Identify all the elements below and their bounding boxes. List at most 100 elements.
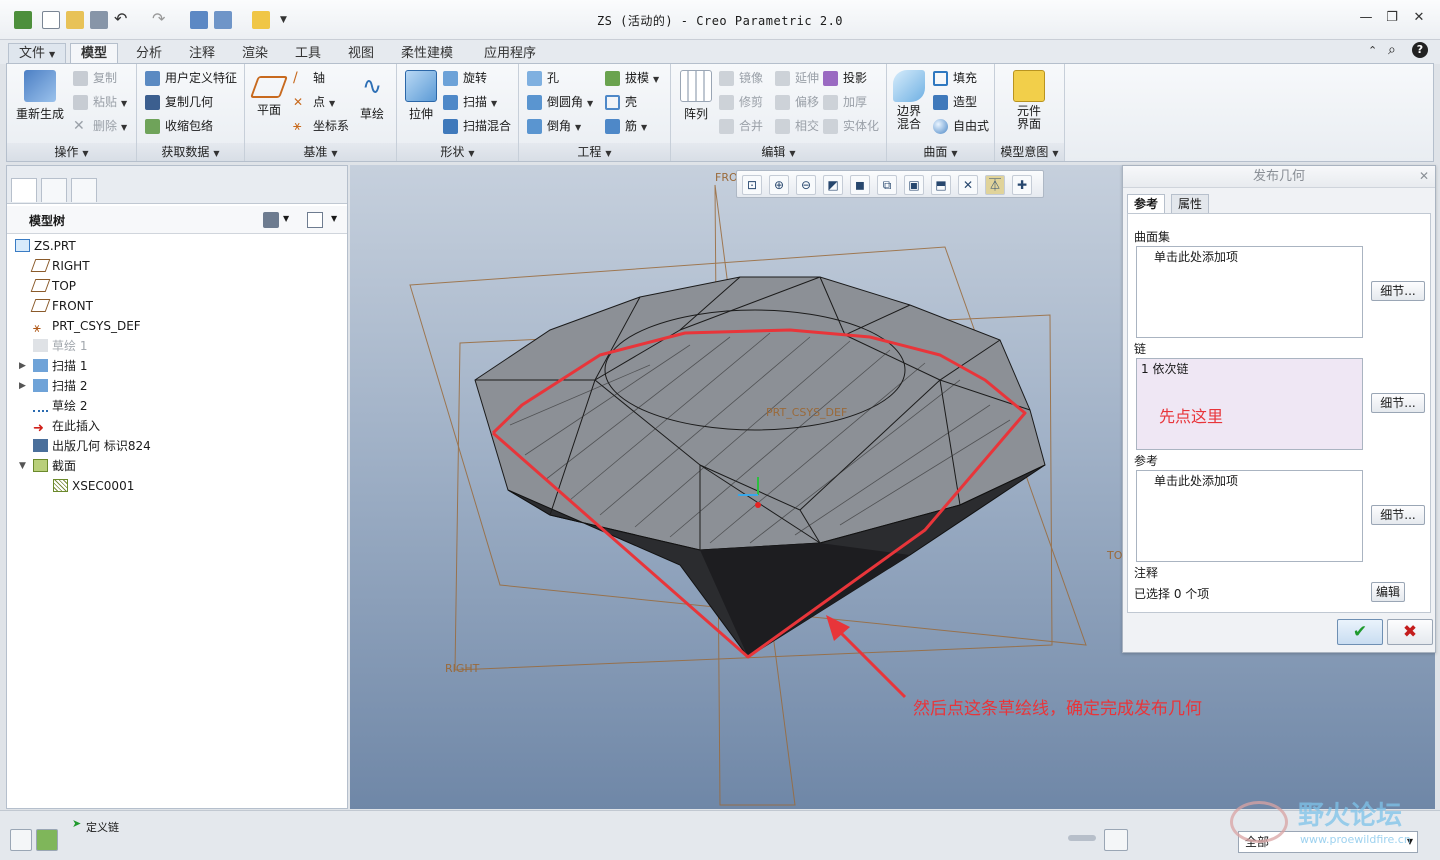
tree-settings-dropdown-icon[interactable]: ▼ <box>283 214 289 223</box>
copy-button[interactable]: 复制 <box>73 68 117 88</box>
merge-button[interactable]: 合并 <box>719 116 763 136</box>
draft-button[interactable]: 拔模 ▼ <box>605 68 659 88</box>
ref-detail-button[interactable]: 细节... <box>1371 505 1425 525</box>
annotation-display-icon[interactable]: ⏄ <box>985 175 1005 195</box>
expand-sweep1-icon[interactable]: ▶ <box>19 361 26 371</box>
copy-geometry-button[interactable]: 复制几何 <box>145 92 213 112</box>
tree-item-right[interactable]: RIGHT <box>30 256 90 276</box>
tree-item-sketch2[interactable]: 草绘 2 <box>33 396 87 416</box>
group-label-operations[interactable]: 操作 ▼ <box>7 143 136 161</box>
dialog-tab-references[interactable]: 参考 <box>1127 194 1166 214</box>
maximize-button[interactable]: ❐ <box>1381 8 1403 28</box>
cancel-button[interactable]: ✖ <box>1387 619 1433 645</box>
trim-button[interactable]: 修剪 <box>719 92 763 112</box>
tab-analysis[interactable]: 分析 <box>125 43 173 64</box>
csys-button[interactable]: ⚹ 坐标系 <box>293 116 349 136</box>
group-label-datum[interactable]: 基准 ▼ <box>245 143 396 161</box>
extend-button[interactable]: 延伸 <box>775 68 819 88</box>
tree-item-top[interactable]: TOP <box>30 276 76 296</box>
tab-flexible-modeling[interactable]: 柔性建模 <box>390 43 464 64</box>
shrinkwrap-button[interactable]: 收缩包络 <box>145 116 213 136</box>
sketch-button[interactable]: ∿ 草绘 <box>349 66 395 122</box>
group-label-shapes[interactable]: 形状 ▼ <box>397 143 518 161</box>
group-label-get-data[interactable]: 获取数据 ▼ <box>137 143 244 161</box>
find-icon[interactable] <box>1104 829 1128 851</box>
display-style-icon[interactable]: ◼ <box>850 175 870 195</box>
offset-button[interactable]: 偏移 <box>775 92 819 112</box>
style-button[interactable]: 造型 <box>933 92 977 112</box>
project-button[interactable]: 投影 <box>823 68 867 88</box>
tree-item-sketch1[interactable]: 草绘 1 <box>33 336 87 356</box>
model-tree-tab-icon[interactable] <box>11 178 37 202</box>
saved-views-icon[interactable]: ⧉ <box>877 175 897 195</box>
tree-columns-icon[interactable] <box>307 212 323 228</box>
datum-display-icon[interactable]: ✕ <box>958 175 978 195</box>
hole-button[interactable]: 孔 <box>527 68 559 88</box>
group-label-editing[interactable]: 编辑 ▼ <box>671 143 886 161</box>
plane-button[interactable]: 平面 <box>247 66 291 118</box>
dialog-tab-properties[interactable]: 属性 <box>1171 194 1210 214</box>
round-button[interactable]: 倒圆角 ▼ <box>527 92 593 112</box>
thicken-button[interactable]: 加厚 <box>823 92 867 112</box>
swept-blend-button[interactable]: 扫描混合 <box>443 116 511 136</box>
collapse-sections-icon[interactable]: ▼ <box>19 461 26 471</box>
ok-button[interactable]: ✔ <box>1337 619 1383 645</box>
tab-applications[interactable]: 应用程序 <box>473 43 547 64</box>
udf-button[interactable]: 用户定义特征 <box>145 68 237 88</box>
zoom-out-icon[interactable]: ⊖ <box>796 175 816 195</box>
delete-button[interactable]: ✕ 删除 ▼ <box>73 116 127 136</box>
freestyle-button[interactable]: 自由式 <box>933 116 989 136</box>
browser-icon[interactable] <box>36 829 58 851</box>
chain-item[interactable]: 1 依次链 <box>1141 360 1188 377</box>
favorites-tab-icon[interactable] <box>71 178 97 202</box>
notes-edit-button[interactable]: 编辑 <box>1371 582 1405 602</box>
collapse-ribbon-icon[interactable]: ⌃ <box>1368 44 1377 57</box>
tab-render[interactable]: 渲染 <box>231 43 279 64</box>
shell-button[interactable]: 壳 <box>605 92 637 112</box>
expand-sweep2-icon[interactable]: ▶ <box>19 381 26 391</box>
group-label-surfaces[interactable]: 曲面 ▼ <box>887 143 994 161</box>
spin-center-icon[interactable]: ✚ <box>1012 175 1032 195</box>
minimize-button[interactable]: — <box>1355 8 1377 28</box>
group-label-engineering[interactable]: 工程 ▼ <box>519 143 670 161</box>
chamfer-button[interactable]: 倒角 ▼ <box>527 116 581 136</box>
regenerate-button[interactable]: 重新生成 <box>11 66 69 122</box>
axis-button[interactable]: / 轴 <box>293 68 325 88</box>
zoom-in-icon[interactable]: ⊕ <box>769 175 789 195</box>
tab-tools[interactable]: 工具 <box>284 43 332 64</box>
ref-collector[interactable]: 单击此处添加项 <box>1136 470 1363 562</box>
tab-file[interactable]: 文件 ▼ <box>8 43 67 64</box>
folder-browser-tab-icon[interactable] <box>41 178 67 202</box>
boundary-blend-button[interactable]: 边界混合 <box>889 66 929 131</box>
view-manager-icon[interactable]: ▣ <box>904 175 924 195</box>
surface-set-detail-button[interactable]: 细节... <box>1371 281 1425 301</box>
extrude-button[interactable]: 拉伸 <box>399 66 443 122</box>
group-label-model-intent[interactable]: 模型意图 ▼ <box>995 143 1064 161</box>
revolve-button[interactable]: 旋转 <box>443 68 487 88</box>
refit-icon[interactable]: ⊡ <box>742 175 762 195</box>
chain-collector[interactable]: 1 依次链 先点这里 <box>1136 358 1363 450</box>
solidify-button[interactable]: 实体化 <box>823 116 879 136</box>
chain-detail-button[interactable]: 细节... <box>1371 393 1425 413</box>
repaint-icon[interactable]: ◩ <box>823 175 843 195</box>
tree-item-xsec[interactable]: XSEC0001 <box>53 476 134 496</box>
tab-annotate[interactable]: 注释 <box>178 43 226 64</box>
pattern-button[interactable]: 阵列 <box>673 66 719 122</box>
intersect-button[interactable]: 相交 <box>775 116 819 136</box>
paste-button[interactable]: 粘贴 ▼ <box>73 92 127 112</box>
tree-item-publish-geometry[interactable]: 出版几何 标识824 <box>33 436 151 456</box>
search-icon[interactable]: ⌕ <box>1388 42 1396 58</box>
tree-item-sweep2[interactable]: 扫描 2 <box>33 376 87 396</box>
tree-item-insert-here[interactable]: ➜ 在此插入 <box>33 416 100 436</box>
mirror-button[interactable]: 镜像 <box>719 68 763 88</box>
tree-item-csys[interactable]: ⚹ PRT_CSYS_DEF <box>33 316 141 336</box>
tree-item-part[interactable]: ZS.PRT <box>15 236 76 256</box>
surface-set-collector[interactable]: 单击此处添加项 <box>1136 246 1363 338</box>
sweep-button[interactable]: 扫描 ▼ <box>443 92 497 112</box>
tab-model[interactable]: 模型 <box>70 43 119 64</box>
close-button[interactable]: ✕ <box>1408 8 1430 28</box>
dialog-close-icon[interactable]: ✕ <box>1419 169 1429 183</box>
component-interface-button[interactable]: 元件界面 <box>1003 66 1055 131</box>
perspective-icon[interactable]: ⬒ <box>931 175 951 195</box>
show-navigator-icon[interactable] <box>10 829 32 851</box>
